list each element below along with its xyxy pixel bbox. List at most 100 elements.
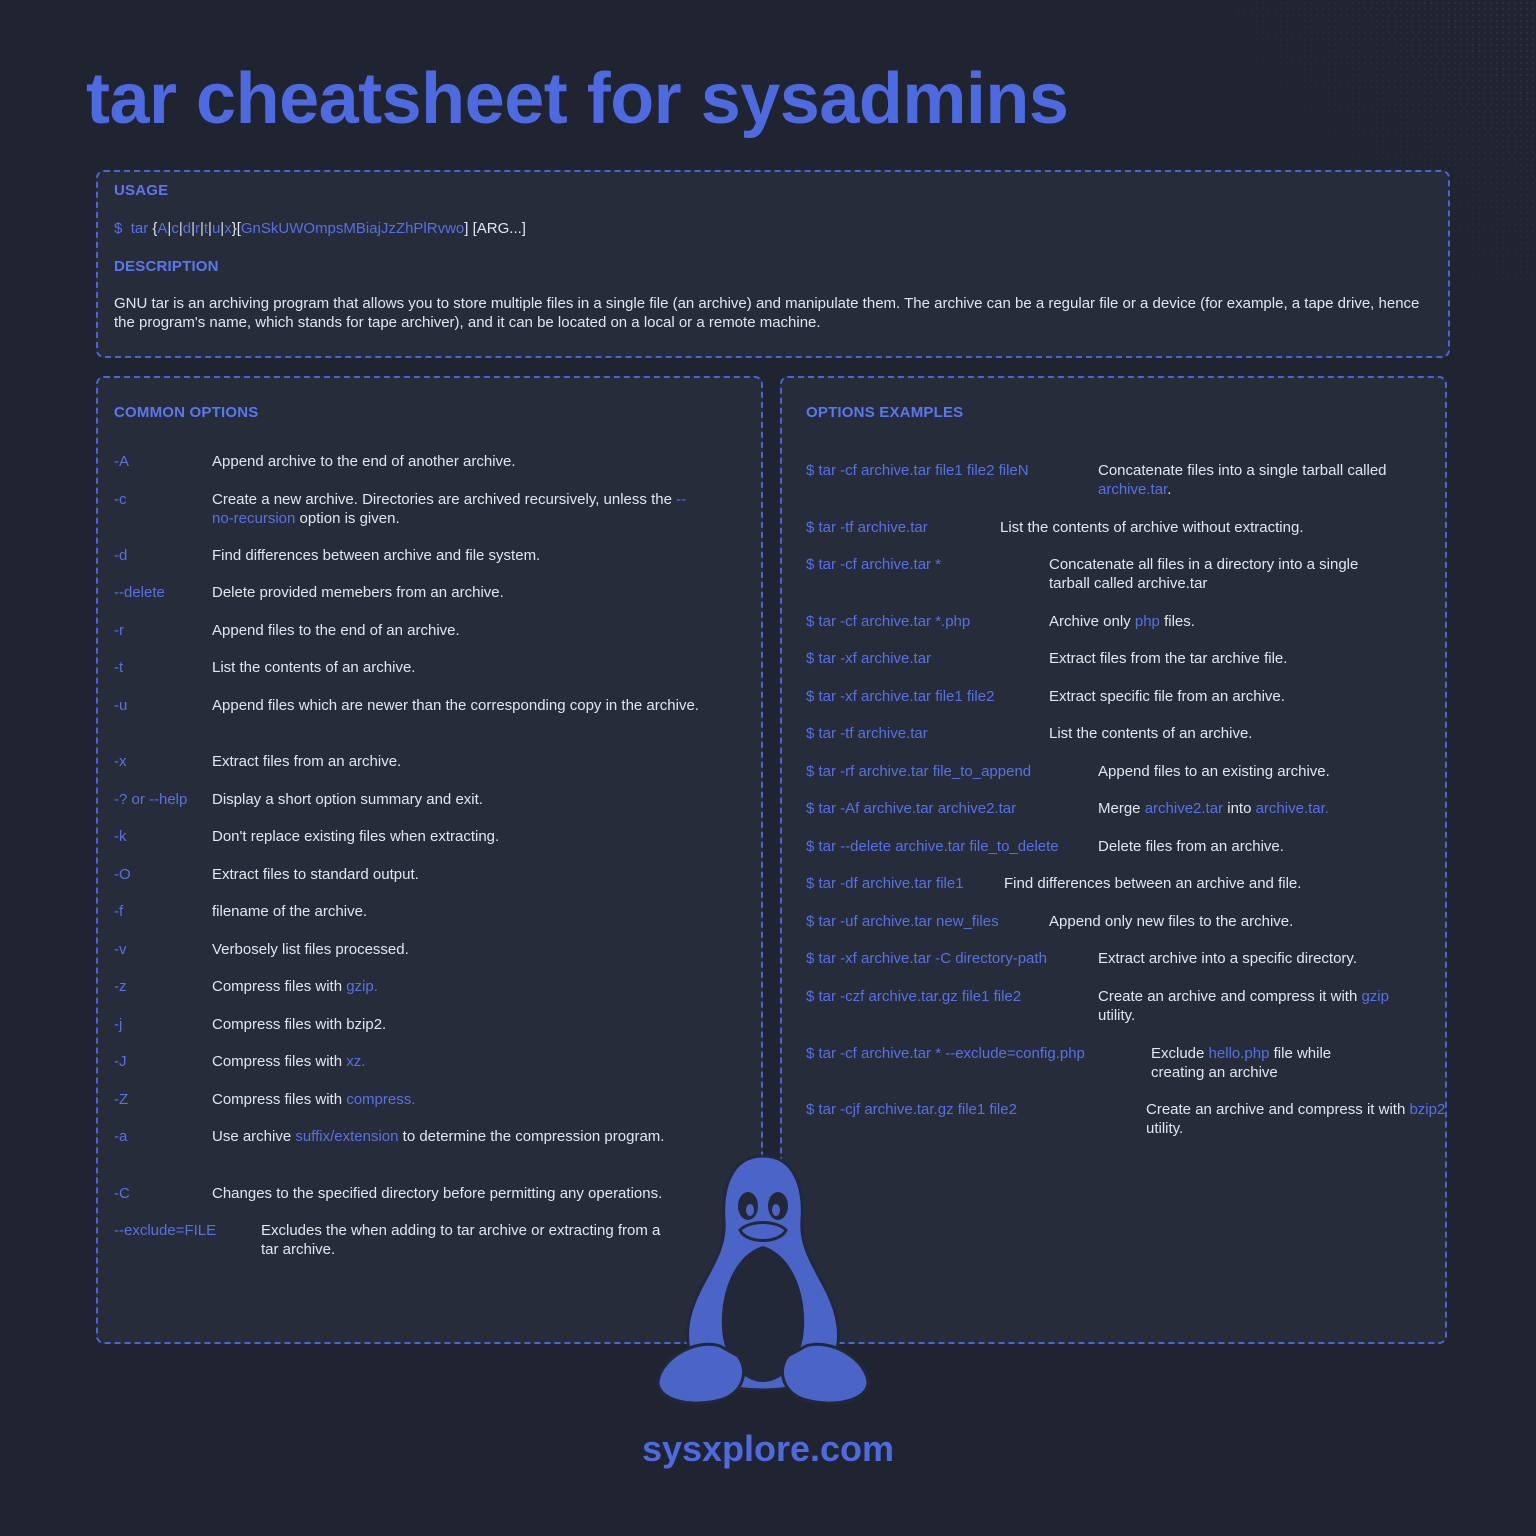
usage-flags: GnSkUWOmpsMBiajJzZhPlRvwo — [240, 220, 465, 237]
desc-text: filename of the archive. — [212, 903, 368, 920]
desc-text: Extract files from the tar archive file. — [1049, 650, 1288, 667]
desc-text: Concatenate all files in a directory int… — [1049, 556, 1359, 592]
example-command: $ tar -xf archive.tar — [806, 650, 932, 667]
desc-text: List the contents of an archive. — [212, 659, 416, 676]
mode-a: A — [157, 220, 168, 237]
option-description: Append files to the end of an archive. — [212, 621, 704, 640]
example-command: $ tar -cf archive.tar * --exclude=config… — [806, 1045, 1085, 1062]
option-flag: -d — [114, 547, 128, 564]
option-description: filename of the archive. — [212, 902, 704, 921]
page-title: tar cheatsheet for sysadmins — [86, 59, 1069, 139]
example-description: Append files to an existing archive. — [1098, 762, 1438, 781]
highlight-text: bzip2 — [1409, 1101, 1446, 1118]
highlight-text: gzip. — [346, 978, 378, 995]
desc-text-end: . — [1167, 481, 1172, 498]
example-command: $ tar -cf archive.tar file1 file2 fileN — [806, 462, 1029, 479]
desc-text: Delete files from an archive. — [1098, 838, 1284, 855]
option-description: Display a short option summary and exit. — [212, 790, 704, 809]
usage-command: tar — [130, 220, 149, 237]
highlight-text: suffix/extension — [295, 1128, 399, 1145]
example-description: Extract archive into a specific director… — [1098, 949, 1418, 968]
example-command: $ tar -tf archive.tar — [806, 519, 928, 536]
example-description: Create an archive and compress it with g… — [1098, 987, 1398, 1025]
desc-text: Concatenate files into a single tarball … — [1098, 462, 1387, 479]
example-description: Find differences between an archive and … — [1004, 874, 1384, 893]
desc-text-end: utility. — [1098, 1007, 1136, 1024]
example-command: $ tar -cf archive.tar *.php — [806, 613, 971, 630]
highlight-text: archive.tar. — [1255, 800, 1329, 817]
desc-text: List the contents of archive without ext… — [1000, 519, 1304, 536]
example-description: Delete files from an archive. — [1098, 837, 1438, 856]
desc-text-end: files. — [1159, 613, 1195, 630]
example-description: Merge archive2.tar into archive.tar. — [1098, 799, 1438, 818]
example-command: $ tar -czf archive.tar.gz file1 file2 — [806, 988, 1022, 1005]
example-description: Append only new files to the archive. — [1049, 912, 1429, 931]
description-text: GNU tar is an archiving program that all… — [114, 295, 1420, 331]
option-flag: --delete — [114, 584, 165, 601]
highlight-text: archive2.tar — [1144, 800, 1224, 817]
desc-text: Append files which are newer than the co… — [212, 697, 699, 714]
option-description: Compress files with compress. — [212, 1090, 704, 1109]
example-description: Concatenate all files in a directory int… — [1049, 555, 1359, 593]
example-description: Extract files from the tar archive file. — [1049, 649, 1429, 668]
desc-text-end: option is given. — [295, 510, 400, 527]
option-flag: -j — [114, 1016, 123, 1033]
desc-text: Exclude — [1151, 1045, 1209, 1062]
desc-text: Create an archive and compress it with — [1098, 988, 1362, 1005]
desc-text: Don't replace existing files when extrac… — [212, 828, 500, 845]
common-options-heading: COMMON OPTIONS — [114, 404, 259, 421]
usage-syntax: $ tar {A|c|d|r|t|u|x}[GnSkUWOmpsMBiajJzZ… — [114, 220, 526, 237]
options-examples-panel: OPTIONS EXAMPLES $ tar -cf archive.tar f… — [780, 376, 1447, 1344]
example-description: Archive only php files. — [1049, 612, 1429, 631]
option-flag: --exclude=FILE — [114, 1222, 217, 1239]
option-flag: -k — [114, 828, 127, 845]
example-description: List the contents of archive without ext… — [1000, 518, 1380, 537]
option-flag: -a — [114, 1128, 128, 1145]
desc-text: List the contents of an archive. — [1049, 725, 1253, 742]
usage-args: [ARG...] — [472, 220, 526, 237]
option-flag: -t — [114, 659, 124, 676]
desc-text-end: utility. — [1146, 1120, 1184, 1137]
option-description: Create a new archive. Directories are ar… — [212, 490, 704, 528]
desc-text: Extract files to standard output. — [212, 866, 419, 883]
description-heading: DESCRIPTION — [114, 258, 219, 275]
desc-text: Extract archive into a specific director… — [1098, 950, 1357, 967]
highlight-text: php — [1134, 613, 1160, 630]
desc-text: Excludes the when adding to tar archive … — [261, 1222, 661, 1258]
mode-x: x — [224, 220, 232, 237]
option-flag: -x — [114, 753, 127, 770]
example-command: $ tar -cjf archive.tar.gz file1 file2 — [806, 1101, 1017, 1118]
option-flag: -C — [114, 1185, 130, 1202]
option-flag: -z — [114, 978, 127, 995]
option-description: Append archive to the end of another arc… — [212, 452, 704, 471]
example-description: Extract specific file from an archive. — [1049, 687, 1429, 706]
desc-text: Changes to the specified directory befor… — [212, 1185, 663, 1202]
option-description: Use archive suffix/extension to determin… — [212, 1127, 704, 1146]
option-flag: -? or --help — [114, 791, 188, 808]
option-flag: -Z — [114, 1091, 129, 1108]
option-flag: -f — [114, 903, 124, 920]
option-description: Excludes the when adding to tar archive … — [261, 1221, 671, 1259]
desc-text: Use archive — [212, 1128, 296, 1145]
highlight-text: hello.php — [1208, 1045, 1270, 1062]
option-description: Compress files with gzip. — [212, 977, 704, 996]
example-command: $ tar -tf archive.tar — [806, 725, 928, 742]
option-description: Append files which are newer than the co… — [212, 696, 704, 715]
desc-text: Create an archive and compress it with — [1146, 1101, 1410, 1118]
desc-text: Create a new archive. Directories are ar… — [212, 491, 677, 508]
options-examples-heading: OPTIONS EXAMPLES — [806, 404, 964, 421]
site-footer: sysxplore.com — [641, 1428, 895, 1469]
option-flag: -A — [114, 453, 129, 470]
desc-text: Display a short option summary and exit. — [212, 791, 483, 808]
example-command: $ tar --delete archive.tar file_to_delet… — [806, 838, 1059, 855]
mode-d: d — [182, 220, 192, 237]
option-description: List the contents of an archive. — [212, 658, 704, 677]
option-flag: -r — [114, 622, 124, 639]
desc-text-end: into — [1223, 800, 1256, 817]
option-flag: -u — [114, 697, 128, 714]
example-description: Exclude hello.php file while creating an… — [1151, 1044, 1371, 1082]
desc-text: Archive only — [1049, 613, 1135, 630]
desc-text: Delete provided memebers from an archive… — [212, 584, 504, 601]
highlight-text: xz. — [346, 1053, 366, 1070]
option-description: Find differences between archive and fil… — [212, 546, 704, 565]
